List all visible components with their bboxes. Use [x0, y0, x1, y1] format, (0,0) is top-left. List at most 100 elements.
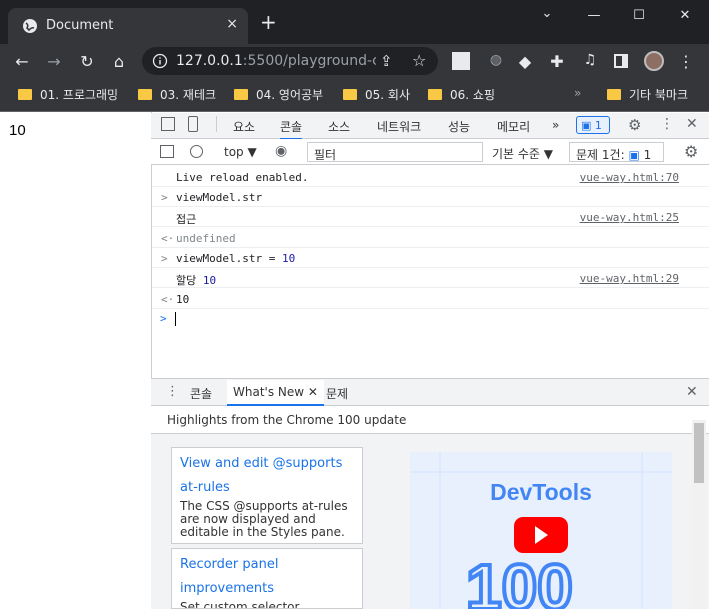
clear-console-icon[interactable] [190, 145, 203, 158]
card-title-line2[interactable]: improvements [180, 577, 354, 601]
extension-mouse-icon[interactable]: ◍ [486, 52, 506, 68]
tab-title: Document [46, 18, 114, 33]
folder-icon [18, 89, 32, 100]
puzzle-icon[interactable]: ✚ [547, 52, 567, 71]
promo-version: 100 [466, 551, 573, 609]
more-tabs-button[interactable]: » [552, 118, 559, 132]
page-value: 10 [9, 122, 26, 139]
avatar[interactable] [644, 51, 664, 71]
message-text: viewModel.str [176, 191, 263, 204]
back-icon[interactable]: ← [12, 52, 32, 71]
home-icon[interactable]: ⌂ [109, 52, 129, 71]
close-window-button[interactable]: ✕ [675, 8, 695, 23]
tab-search-icon[interactable]: ⌄ [537, 6, 557, 21]
drawer-menu-icon[interactable]: ⋮ [166, 384, 179, 399]
issues-label: 문제 1건: [576, 148, 625, 162]
folder-icon [138, 89, 152, 100]
console-settings-icon[interactable]: ⚙ [684, 142, 698, 161]
devtools-menu-icon[interactable]: ⋮ [660, 116, 674, 132]
menu-icon[interactable]: ⋮ [676, 52, 696, 71]
console-result: <· undefined [152, 228, 709, 248]
bookmark-label: 01. 프로그래밍 [40, 88, 119, 102]
close-tab-icon[interactable]: × [226, 16, 238, 32]
scrollbar-thumb[interactable] [694, 423, 704, 483]
bookmark-folder[interactable]: 05. 회사 [343, 86, 410, 103]
address-bar[interactable]: 127.0.0.1:5500/playground-c... ⇪ ☆ [142, 47, 438, 75]
inspect-icon[interactable] [161, 117, 175, 131]
issues-button[interactable]: 문제 1건: ▣ 1 [569, 142, 664, 162]
promo-title: DevTools [490, 479, 592, 505]
bookmark-folder[interactable]: 01. 프로그래밍 [18, 86, 118, 103]
message-text: 할당 10 [176, 272, 216, 288]
tab-sources[interactable]: 소스 [328, 118, 350, 135]
browser-tab[interactable]: Document × [8, 8, 248, 44]
close-tab-icon[interactable]: ✕ [308, 385, 318, 399]
drawer-tab-console[interactable]: 콘솔 [190, 385, 212, 402]
number-value: 10 [281, 252, 296, 265]
share-icon[interactable]: ⇪ [380, 52, 393, 70]
promo-image[interactable]: 100 DevTools [410, 452, 672, 612]
minimize-button[interactable]: — [584, 8, 604, 23]
star-icon[interactable]: ☆ [412, 51, 426, 70]
extension-icon-2[interactable]: ◆ [515, 52, 535, 71]
tab-performance[interactable]: 성능 [448, 118, 470, 135]
message-label: 할당 [176, 274, 203, 287]
console-result: <· 10 [152, 289, 709, 309]
console-prompt: > [160, 312, 167, 325]
message-text: Live reload enabled. [176, 171, 309, 184]
drawer-tab-whats-new[interactable]: What's New ✕ [227, 380, 324, 406]
console-input: > viewModel.str = 10 [152, 248, 709, 268]
url-host: 127.0.0.1 [176, 53, 243, 69]
site-info-icon[interactable] [152, 53, 168, 69]
new-tab-button[interactable]: + [260, 12, 277, 32]
filter-input[interactable]: 필터 [307, 142, 483, 162]
tab-network[interactable]: 네트워크 [377, 118, 421, 135]
tab-memory[interactable]: 메모리 [497, 118, 530, 135]
drawer-tab-issues[interactable]: 문제 [326, 385, 348, 402]
source-link[interactable]: vue-way.html:25 [580, 211, 679, 224]
side-panel-icon[interactable] [614, 54, 628, 68]
issues-count: 1 [594, 119, 602, 132]
console-input-caret[interactable] [175, 312, 176, 326]
device-toolbar-icon[interactable] [188, 116, 198, 132]
bookmark-label: 06. 쇼핑 [450, 88, 495, 102]
reload-icon[interactable]: ↻ [77, 52, 97, 71]
context-selector[interactable]: top ▼ [224, 145, 257, 159]
eye-icon[interactable]: ◉ [275, 143, 287, 159]
bookmarks-overflow[interactable]: » [574, 86, 581, 100]
close-devtools-icon[interactable]: ✕ [686, 116, 698, 132]
card-description: Set custom selector attribute [180, 600, 300, 609]
forward-icon[interactable]: → [44, 52, 64, 71]
console-input: > viewModel.str [152, 187, 709, 207]
feature-card[interactable]: Recorder panel improvements Set custom s… [171, 548, 363, 609]
feature-card[interactable]: View and edit @supports at-rules The CSS… [171, 447, 363, 544]
bookmark-folder[interactable]: 06. 쇼핑 [428, 86, 495, 103]
tab-elements[interactable]: 요소 [233, 118, 255, 135]
issues-count: 1 [643, 148, 652, 162]
bookmark-folder[interactable]: 04. 영어공부 [234, 86, 323, 103]
bookmark-folder[interactable]: 03. 재테크 [138, 86, 216, 103]
console-message: 접근 vue-way.html:25 [152, 207, 709, 227]
message-code: viewModel.str = [176, 252, 282, 265]
folder-icon [428, 89, 442, 100]
card-title[interactable]: View and edit @supports [180, 452, 354, 476]
maximize-button[interactable]: ☐ [629, 8, 649, 23]
source-link[interactable]: vue-way.html:70 [580, 171, 679, 184]
extension-icon[interactable] [452, 52, 470, 70]
folder-icon [607, 89, 621, 100]
settings-gear-icon[interactable]: ⚙ [628, 116, 641, 134]
card-title-line2[interactable]: at-rules [180, 476, 354, 500]
source-link[interactable]: vue-way.html:29 [580, 272, 679, 285]
divider [216, 116, 217, 132]
tab-console[interactable]: 콘솔 [280, 118, 303, 140]
other-bookmarks[interactable]: 기타 북마크 [607, 86, 688, 103]
drawer-scrollbar[interactable] [692, 420, 706, 609]
close-drawer-icon[interactable]: ✕ [686, 384, 698, 400]
media-icon[interactable]: ♫ [580, 52, 600, 68]
sidebar-toggle-icon[interactable] [160, 145, 174, 158]
bookmark-label: 04. 영어공부 [256, 88, 324, 102]
log-level-dropdown[interactable]: 기본 수준 ▼ [492, 145, 553, 162]
bookmark-label: 05. 회사 [365, 88, 410, 102]
issues-badge[interactable]: ▣ 1 [576, 116, 610, 134]
card-title[interactable]: Recorder panel [180, 553, 354, 577]
